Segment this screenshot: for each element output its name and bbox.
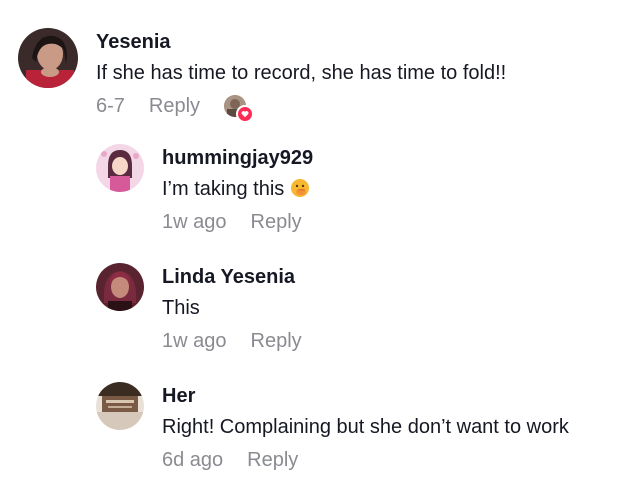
heart-icon [236,105,255,123]
reply-comment-item: Her Right! Complaining but she don’t wan… [96,382,569,472]
comment-username[interactable]: hummingjay929 [162,146,313,170]
comment-body: Linda Yesenia This 1w ago Reply [162,265,302,353]
comment-meta: 1w ago Reply [162,210,313,234]
comment-username[interactable]: Her [162,384,569,408]
comment-item: Yesenia If she has time to record, she h… [18,28,507,123]
avatar[interactable] [96,144,144,192]
comment-username[interactable]: Yesenia [96,30,506,54]
avatar[interactable] [96,263,144,311]
comment-text: Right! Complaining but she don’t want to… [162,416,569,438]
comment-text: This [162,297,200,319]
comment-text: If she has time to record, she has time … [96,62,507,84]
comment-date: 1w ago [162,330,227,352]
comment-body: Yesenia If she has time to record, she h… [96,30,507,123]
creator-liked-avatar [224,95,255,123]
reply-button[interactable]: Reply [251,210,302,234]
comment-text: I’m taking this [162,177,313,201]
comment-date: 6-7 [96,95,125,117]
reply-comment-item: hummingjay929 I’m taking this 1w ago Rep… [96,144,313,234]
reply-button[interactable]: Reply [251,329,302,353]
comment-date: 1w ago [162,211,227,233]
comment-date: 6d ago [162,449,224,471]
avatar[interactable] [18,28,78,88]
comment-meta: 6-7 Reply [96,94,506,123]
comment-meta: 1w ago Reply [162,329,302,353]
hand-over-mouth-emoji-icon [290,178,310,198]
comment-username[interactable]: Linda Yesenia [162,265,302,289]
comment-body: Her Right! Complaining but she don’t wan… [162,384,569,472]
comment-meta: 6d ago Reply [162,448,569,472]
avatar[interactable] [96,382,144,430]
reply-button[interactable]: Reply [149,94,200,118]
comment-body: hummingjay929 I’m taking this 1w ago Rep… [162,146,313,234]
comment-text-content: I’m taking this [162,178,285,200]
reply-comment-item: Linda Yesenia This 1w ago Reply [96,263,302,353]
reply-button[interactable]: Reply [247,448,298,472]
